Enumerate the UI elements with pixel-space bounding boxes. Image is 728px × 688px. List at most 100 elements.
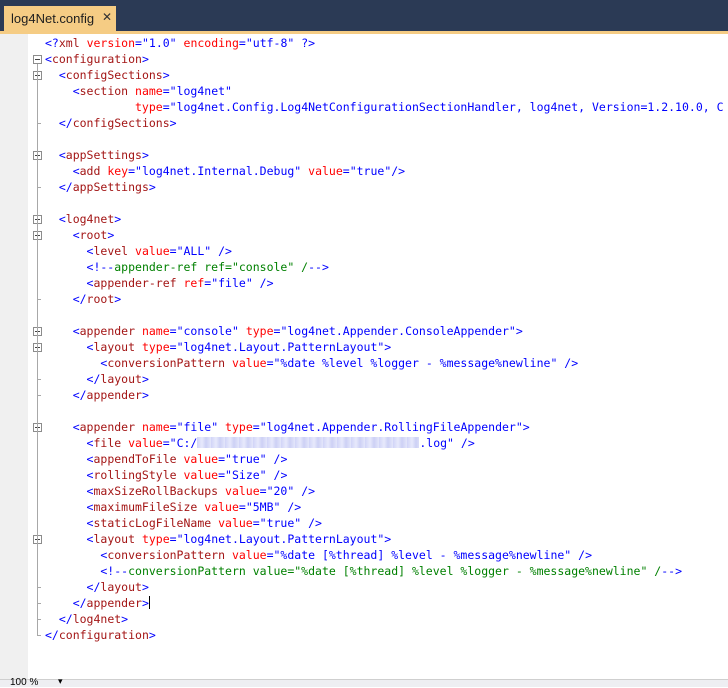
code-line[interactable]: <configSections> — [45, 67, 170, 83]
tab-title: log4Net.config — [11, 11, 95, 26]
code-token: </ — [45, 612, 73, 626]
tab-log4net-config[interactable]: log4Net.config ✕ — [4, 6, 116, 31]
code-token: version — [79, 36, 136, 50]
outline-end-tick — [37, 587, 41, 588]
code-token: root — [86, 292, 115, 306]
code-line[interactable]: </configuration> — [45, 627, 156, 643]
code-token: value — [225, 548, 267, 562]
code-line[interactable]: <rollingStyle value="Size" /> — [45, 467, 288, 483]
code-line[interactable]: </appSettings> — [45, 179, 156, 195]
chevron-down-icon[interactable]: ▾ — [58, 676, 63, 687]
code-line[interactable]: </layout> — [45, 579, 149, 595]
code-token: </ — [45, 116, 73, 130]
code-line[interactable]: </root> — [45, 291, 122, 307]
outline-end-tick — [37, 187, 41, 188]
code-token: </ — [45, 388, 87, 402]
code-token: value — [211, 516, 253, 530]
code-token: > — [169, 116, 177, 130]
code-token: "20" — [266, 484, 295, 498]
code-line[interactable]: <conversionPattern value="%date %level %… — [45, 355, 578, 371]
code-line[interactable]: <maxSizeRollBackups value="20" /> — [45, 483, 316, 499]
code-token: conversionPattern — [107, 548, 226, 562]
code-token: "file" — [176, 420, 219, 434]
code-line[interactable]: <appSettings> — [45, 147, 149, 163]
code-line[interactable]: <section name="log4net" — [45, 83, 232, 99]
code-line[interactable]: <root> — [45, 227, 115, 243]
code-line[interactable]: <appender name="console" type="log4net.A… — [45, 323, 523, 339]
code-token: = — [169, 340, 177, 354]
code-token: value — [128, 244, 170, 258]
code-token: "1.0" — [141, 36, 177, 50]
code-token: encoding — [176, 36, 239, 50]
code-token: appSettings — [65, 148, 142, 162]
code-token: < — [45, 52, 52, 66]
code-token: > — [162, 68, 170, 82]
code-token: type — [135, 340, 170, 354]
code-line[interactable]: <log4net> — [45, 211, 121, 227]
code-token: < — [45, 468, 94, 482]
zoom-level[interactable]: 100 % — [10, 677, 38, 688]
code-token: appender-ref ref="console" / — [114, 260, 309, 274]
code-token: > — [148, 628, 156, 642]
text-caret — [148, 596, 150, 609]
code-token: = — [342, 164, 350, 178]
code-line[interactable]: </configSections> — [45, 115, 177, 131]
outlining-gutter — [28, 34, 44, 679]
code-line[interactable]: <layout type="log4net.Layout.PatternLayo… — [45, 531, 392, 547]
code-token: level — [93, 244, 129, 258]
code-token: = — [135, 36, 142, 50]
code-token: configuration — [58, 628, 149, 642]
code-token: "log4net.Internal.Debug" — [135, 164, 302, 178]
code-line[interactable]: <level value="ALL" /> — [45, 243, 232, 259]
code-token: "true" — [259, 516, 302, 530]
code-token: > — [121, 612, 129, 626]
code-token: > — [114, 212, 122, 226]
code-token: name — [135, 324, 170, 338]
code-line[interactable]: <layout type="log4net.Layout.PatternLayo… — [45, 339, 392, 355]
code-token: > — [141, 580, 149, 594]
code-token: /> — [266, 468, 288, 482]
code-token: /> — [280, 500, 302, 514]
code-line[interactable]: </layout> — [45, 371, 149, 387]
code-line[interactable]: <appender name="file" type="log4net.Appe… — [45, 419, 530, 435]
code-token: "utf-8" — [245, 36, 295, 50]
code-line[interactable]: <appender-ref ref="file" /> — [45, 275, 274, 291]
code-token: appender-ref — [93, 276, 177, 290]
code-line[interactable]: <?xml version="1.0" encoding="utf-8" ?> — [45, 35, 315, 51]
code-line[interactable]: <staticLogFileName value="true" /> — [45, 515, 322, 531]
code-token: = — [259, 484, 267, 498]
code-line[interactable]: <!--appender-ref ref="console" /--> — [45, 259, 329, 275]
outline-end-tick — [37, 635, 41, 636]
code-editor[interactable]: <?xml version="1.0" encoding="utf-8" ?> <… — [0, 34, 728, 679]
code-token: > — [384, 532, 392, 546]
code-token: "Size" — [225, 468, 267, 482]
code-token: layout — [100, 580, 142, 594]
code-token: xml — [58, 36, 80, 50]
code-token: < — [45, 68, 66, 82]
collapse-icon[interactable] — [33, 55, 42, 64]
code-token: value — [121, 436, 163, 450]
code-line[interactable]: <file value="C:/ .log" /> — [45, 435, 475, 451]
code-line[interactable]: </appender> — [45, 595, 150, 611]
code-line[interactable]: <conversionPattern value="%date [%thread… — [45, 547, 592, 563]
code-line[interactable]: <maximumFileSize value="5MB" /> — [45, 499, 302, 515]
code-line[interactable]: <appendToFile value="true" /> — [45, 451, 288, 467]
code-token: /> — [252, 276, 274, 290]
code-token: "ALL" — [176, 244, 212, 258]
code-line[interactable]: type="log4net.Config.Log4NetConfiguratio… — [45, 99, 724, 115]
code-line[interactable]: </appender> — [45, 387, 149, 403]
code-token: appender — [79, 324, 136, 338]
code-line[interactable]: <!--conversionPattern value="%date [%thr… — [45, 563, 682, 579]
code-line[interactable]: <configuration> — [45, 51, 149, 67]
code-token: = — [218, 468, 226, 482]
code-line[interactable]: </log4net> — [45, 611, 128, 627]
close-icon[interactable]: ✕ — [102, 10, 112, 24]
editor-status-bar: 100 % ▾ — [0, 676, 728, 688]
code-token: value — [218, 484, 260, 498]
code-token: log4net — [65, 212, 115, 226]
code-token: value — [176, 468, 219, 482]
code-line[interactable]: <add key="log4net.Internal.Debug" value=… — [45, 163, 405, 179]
code-token: value — [301, 164, 343, 178]
code-token: = — [128, 164, 136, 178]
indicator-margin — [0, 34, 28, 679]
